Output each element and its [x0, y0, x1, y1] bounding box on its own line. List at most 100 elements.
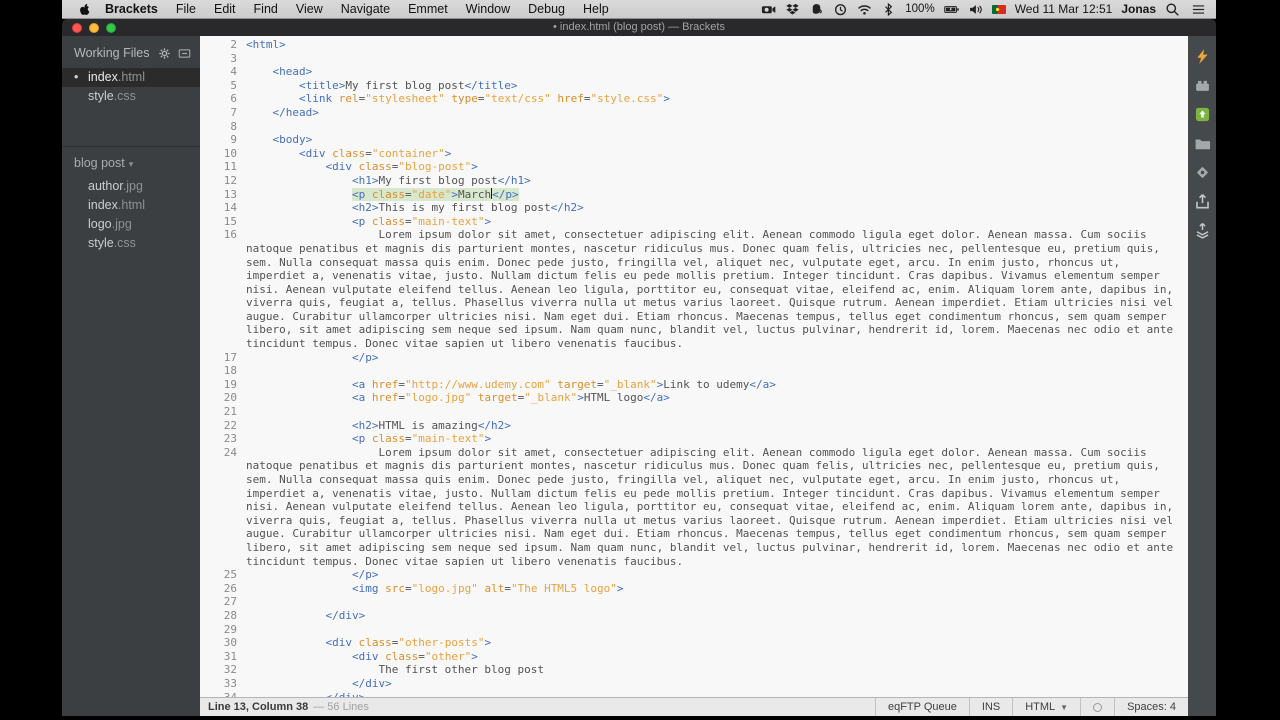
screen-recording-icon[interactable]: [761, 2, 776, 17]
menu-emmet[interactable]: Emmet: [399, 2, 457, 16]
code-line-content[interactable]: Lorem ipsum dolor sit amet, consectetuer…: [246, 446, 1188, 568]
code-line-content[interactable]: [246, 595, 1188, 609]
editor-line[interactable]: 15 <p class="main-text">: [200, 215, 1188, 229]
bluetooth-icon[interactable]: [881, 2, 896, 17]
line-number[interactable]: 26: [200, 582, 246, 596]
line-number[interactable]: 14: [200, 201, 246, 215]
line-number[interactable]: 19: [200, 378, 246, 392]
line-number[interactable]: 25: [200, 568, 246, 582]
sidebar-item-index.html[interactable]: index.html: [62, 196, 200, 215]
line-number[interactable]: 27: [200, 595, 246, 609]
code-line-content[interactable]: The first other blog post: [246, 663, 1188, 677]
editor-line[interactable]: 3: [200, 52, 1188, 66]
code-line-content[interactable]: <div class="other">: [246, 650, 1188, 664]
editor-line[interactable]: 14 <h2>This is my first blog post</h2>: [200, 201, 1188, 215]
dropbox-icon[interactable]: [785, 2, 800, 17]
editor-line[interactable]: 31 <div class="other">: [200, 650, 1188, 664]
menu-edit[interactable]: Edit: [205, 2, 245, 16]
line-number[interactable]: 29: [200, 623, 246, 637]
ftp-sync-icon[interactable]: [1194, 222, 1211, 239]
line-number[interactable]: 28: [200, 609, 246, 623]
volume-icon[interactable]: [968, 2, 983, 17]
project-files-icon[interactable]: [1194, 135, 1211, 152]
gear-icon[interactable]: [158, 47, 171, 60]
code-line-content[interactable]: <div class="blog-post">: [246, 160, 1188, 174]
notification-center-icon[interactable]: [1191, 2, 1206, 17]
extension-updates-icon[interactable]: [1194, 106, 1211, 123]
menu-help[interactable]: Help: [574, 2, 618, 16]
sidebar-item-index.html[interactable]: • index.html: [62, 68, 200, 87]
line-number[interactable]: 12: [200, 174, 246, 188]
line-number[interactable]: 5: [200, 79, 246, 93]
sidebar-item-style.css[interactable]: style.css: [62, 234, 200, 253]
editor-line[interactable]: 23 <p class="main-text">: [200, 432, 1188, 446]
line-number[interactable]: 20: [200, 391, 246, 405]
battery-icon[interactable]: [943, 2, 959, 17]
code-line-content[interactable]: <title>My first blog post</title>: [246, 79, 1188, 93]
editor-line[interactable]: 32 The first other blog post: [200, 663, 1188, 677]
editor-line[interactable]: 27: [200, 595, 1188, 609]
menu-debug[interactable]: Debug: [519, 2, 574, 16]
window-title-bar[interactable]: • index.html (blog post) — Brackets: [62, 19, 1216, 36]
editor-line[interactable]: 4 <head>: [200, 65, 1188, 79]
code-area[interactable]: 2 <html> 3 4 <head> 5 <title>My first blog p…: [200, 38, 1188, 697]
editor-line[interactable]: 6 <link rel="stylesheet" type="text/css"…: [200, 92, 1188, 106]
editor-line[interactable]: 12 <h1>My first blog post</h1>: [200, 174, 1188, 188]
line-number[interactable]: 33: [200, 677, 246, 691]
line-number[interactable]: 10: [200, 147, 246, 161]
menu-navigate[interactable]: Navigate: [332, 2, 399, 16]
code-line-content[interactable]: <p class="main-text">: [246, 432, 1188, 446]
editor-line[interactable]: 33 </div>: [200, 677, 1188, 691]
editor-line[interactable]: 30 <div class="other-posts">: [200, 636, 1188, 650]
editor-line[interactable]: 29: [200, 623, 1188, 637]
wifi-icon[interactable]: [857, 2, 872, 17]
code-line-content[interactable]: <h2>This is my first blog post</h2>: [246, 201, 1188, 215]
line-number[interactable]: 21: [200, 405, 246, 419]
code-line-content[interactable]: [246, 405, 1188, 419]
input-language-flag-icon[interactable]: [991, 4, 1006, 14]
code-line-content[interactable]: <a href="http://www.udemy.com" target="_…: [246, 378, 1188, 392]
editor-line[interactable]: 21: [200, 405, 1188, 419]
code-line-content[interactable]: <link rel="stylesheet" type="text/css" h…: [246, 92, 1188, 106]
spotlight-icon[interactable]: [1165, 2, 1180, 17]
code-line-content[interactable]: <head>: [246, 65, 1188, 79]
status-overwrite-toggle[interactable]: INS: [968, 698, 1012, 716]
apple-menu-icon[interactable]: [76, 1, 92, 17]
editor-line[interactable]: 7 </head>: [200, 106, 1188, 120]
fast-user-switch[interactable]: Jonas: [1121, 2, 1156, 16]
code-editor[interactable]: 2 <html> 3 4 <head> 5 <title>My first blog p…: [200, 36, 1188, 697]
menu-bar-clock[interactable]: Wed 11 Mar 12:51: [1015, 2, 1113, 16]
code-line-content[interactable]: [246, 623, 1188, 637]
line-number[interactable]: 30: [200, 636, 246, 650]
editor-line[interactable]: 11 <div class="blog-post">: [200, 160, 1188, 174]
split-view-icon[interactable]: [178, 47, 191, 60]
line-number[interactable]: 4: [200, 65, 246, 79]
line-number[interactable]: 7: [200, 106, 246, 120]
ftp-upload-icon[interactable]: [1194, 193, 1211, 210]
code-line-content[interactable]: <h1>My first blog post</h1>: [246, 174, 1188, 188]
line-number[interactable]: 8: [200, 120, 246, 134]
sidebar-item-style.css[interactable]: style.css: [62, 87, 200, 106]
git-icon[interactable]: [1194, 164, 1211, 181]
editor-line[interactable]: 9 <body>: [200, 133, 1188, 147]
menu-window[interactable]: Window: [457, 2, 519, 16]
editor-line[interactable]: 8: [200, 120, 1188, 134]
line-number[interactable]: 2: [200, 38, 246, 52]
project-dropdown[interactable]: blog post ▾: [62, 147, 200, 177]
line-number[interactable]: 16: [200, 228, 246, 350]
time-machine-icon[interactable]: [833, 2, 848, 17]
code-line-content[interactable]: <a href="logo.jpg" target="_blank">HTML …: [246, 391, 1188, 405]
editor-line[interactable]: 22 <h2>HTML is amazing</h2>: [200, 419, 1188, 433]
line-number[interactable]: 17: [200, 351, 246, 365]
editor-line[interactable]: 18: [200, 364, 1188, 378]
line-number[interactable]: 11: [200, 160, 246, 174]
editor-line[interactable]: 13 <p class="date">March</p>: [200, 187, 1188, 202]
code-line-content[interactable]: [246, 52, 1188, 66]
line-number[interactable]: 15: [200, 215, 246, 229]
code-line-content[interactable]: <h2>HTML is amazing</h2>: [246, 419, 1188, 433]
line-number[interactable]: 32: [200, 663, 246, 677]
menu-file[interactable]: File: [167, 2, 205, 16]
line-number[interactable]: 24: [200, 446, 246, 568]
line-number[interactable]: 13: [200, 188, 246, 202]
line-number[interactable]: 3: [200, 52, 246, 66]
